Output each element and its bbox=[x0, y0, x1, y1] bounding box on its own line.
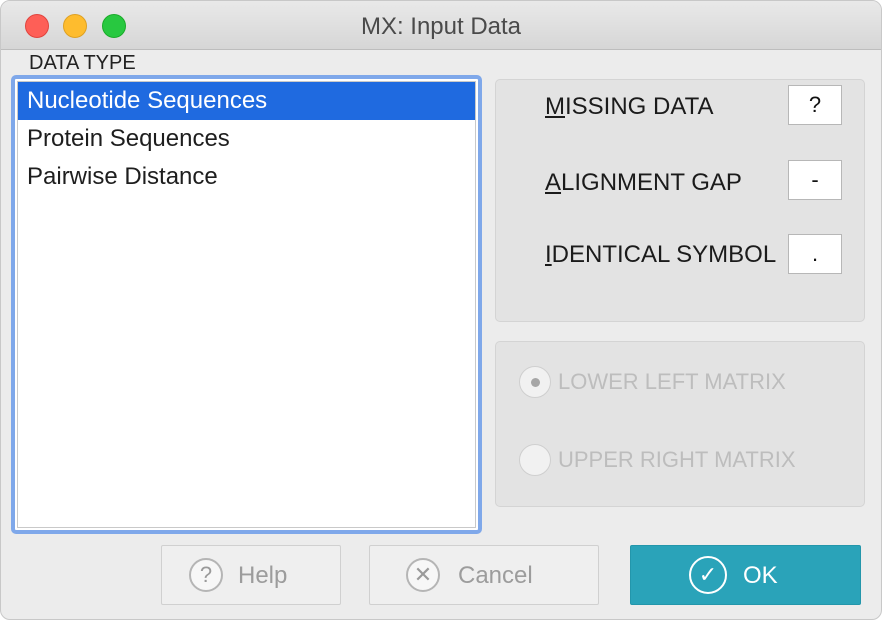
missing-data-label-text: ISSING DATA bbox=[565, 93, 714, 120]
upper-right-matrix-label: UPPER RIGHT MATRIX bbox=[558, 447, 796, 472]
data-type-list[interactable]: Nucleotide Sequences Protein Sequences P… bbox=[11, 75, 482, 534]
list-item-nucleotide-sequences[interactable]: Nucleotide Sequences bbox=[18, 82, 475, 120]
checkmark-icon: ✓ bbox=[689, 556, 727, 594]
cancel-icon: ✕ bbox=[406, 558, 440, 592]
title-bar[interactable]: MX: Input Data bbox=[1, 1, 881, 50]
lower-left-matrix-label: LOWER LEFT MATRIX bbox=[558, 369, 786, 394]
input-data-dialog: MX: Input Data DATA TYPE Nucleotide Sequ… bbox=[0, 0, 882, 620]
upper-right-matrix-radio[interactable] bbox=[519, 444, 551, 476]
list-item-pairwise-distance[interactable]: Pairwise Distance bbox=[18, 158, 475, 196]
help-button-label: Help bbox=[238, 562, 288, 589]
cancel-button-label: Cancel bbox=[458, 562, 533, 589]
ok-button[interactable]: ✓ OK bbox=[630, 545, 861, 605]
identical-symbol-mnemonic: I bbox=[545, 241, 552, 268]
missing-data-input[interactable] bbox=[788, 85, 842, 125]
alignment-gap-input[interactable] bbox=[788, 160, 842, 200]
identical-symbol-label-text: DENTICAL SYMBOL bbox=[551, 241, 777, 268]
identical-symbol-label: IDENTICAL SYMBOL bbox=[545, 241, 776, 269]
help-icon: ? bbox=[189, 558, 223, 592]
radio-selected-dot bbox=[531, 378, 540, 387]
missing-data-mnemonic: M bbox=[545, 93, 565, 120]
lower-left-matrix-radio[interactable] bbox=[519, 366, 551, 398]
alignment-gap-mnemonic: A bbox=[545, 169, 562, 196]
identical-symbol-input[interactable] bbox=[788, 234, 842, 274]
list-item-protein-sequences[interactable]: Protein Sequences bbox=[18, 120, 475, 158]
help-button[interactable]: ? Help bbox=[161, 545, 341, 605]
alignment-gap-label: ALIGNMENT GAP bbox=[545, 169, 742, 197]
alignment-gap-label-text: LIGNMENT GAP bbox=[561, 169, 742, 196]
ok-button-label: OK bbox=[743, 562, 778, 589]
cancel-button[interactable]: ✕ Cancel bbox=[369, 545, 599, 605]
window-title: MX: Input Data bbox=[360, 13, 522, 40]
matrix-panel bbox=[495, 341, 865, 507]
data-type-label: DATA TYPE bbox=[29, 52, 136, 74]
missing-data-label: MISSING DATA bbox=[545, 93, 713, 121]
